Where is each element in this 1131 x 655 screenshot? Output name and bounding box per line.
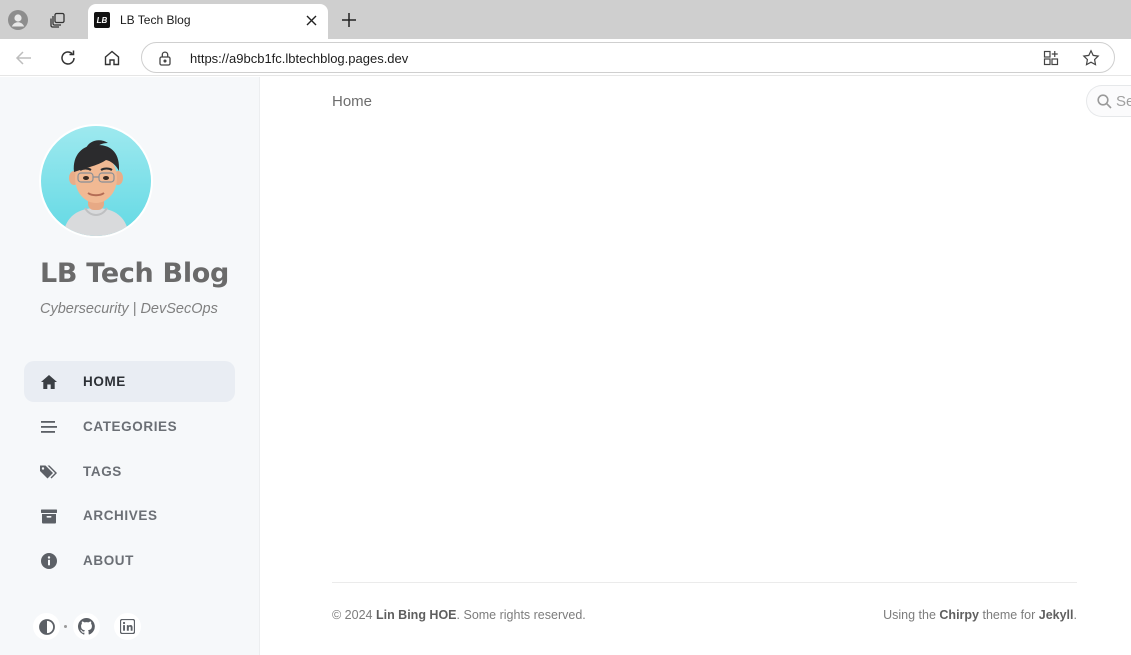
copyright-prefix: © 2024 (332, 608, 376, 622)
site-title[interactable]: LB Tech Blog (40, 258, 229, 289)
sidebar-item-label: HOME (83, 374, 126, 389)
footer-copyright: © 2024 Lin Bing HOE. Some rights reserve… (332, 608, 586, 622)
sidebar-item-archives[interactable]: ARCHIVES (24, 495, 235, 536)
app-available-button[interactable] (1041, 48, 1061, 68)
plus-icon (342, 13, 356, 27)
lock-icon[interactable] (158, 50, 172, 66)
tab-title: LB Tech Blog (120, 13, 191, 27)
avatar[interactable] (39, 124, 153, 238)
refresh-icon (61, 50, 75, 65)
sidebar: LB Tech Blog Cybersecurity | DevSecOps H… (0, 77, 260, 655)
page-viewport: LB Tech Blog Cybersecurity | DevSecOps H… (0, 77, 1131, 655)
browser-toolbar: https://a9bcb1fc.lbtechblog.pages.dev (0, 39, 1131, 76)
tab-close-button[interactable] (302, 11, 320, 29)
search-box[interactable] (1086, 85, 1131, 117)
back-button[interactable] (9, 43, 39, 73)
workspaces-icon (50, 12, 65, 28)
address-bar[interactable]: https://a9bcb1fc.lbtechblog.pages.dev (141, 42, 1115, 73)
footer-theme-credit: Using the Chirpy theme for Jekyll. (883, 608, 1077, 622)
workspaces-button[interactable] (43, 5, 73, 35)
theme-middle: theme for (979, 608, 1039, 622)
sidebar-nav: HOME CATEGORIES TAGS ARCHIVES ABOUT (24, 361, 235, 585)
github-icon (78, 618, 95, 635)
theme-toggle-icon (38, 618, 55, 635)
tags-icon (40, 463, 58, 481)
theme-toggle-button[interactable] (33, 613, 60, 640)
sidebar-item-categories[interactable]: CATEGORIES (24, 406, 235, 447)
favorite-button[interactable] (1081, 48, 1101, 68)
star-icon (1082, 49, 1100, 66)
theme-suffix: . (1073, 608, 1077, 622)
search-input[interactable] (1116, 93, 1131, 110)
sidebar-item-label: TAGS (83, 463, 122, 479)
new-tab-button[interactable] (334, 5, 364, 35)
github-link[interactable] (73, 613, 100, 640)
footer-divider (332, 582, 1077, 583)
home-icon (40, 373, 58, 391)
info-circle-icon (40, 552, 58, 570)
site-subtitle: Cybersecurity | DevSecOps (40, 301, 218, 317)
author-link[interactable]: Lin Bing HOE (376, 608, 457, 622)
stream-icon (40, 418, 58, 436)
avatar-illustration-icon (63, 140, 129, 236)
separator-dot (64, 625, 67, 628)
home-outline-icon (104, 50, 120, 66)
home-button[interactable] (97, 43, 127, 73)
linkedin-link[interactable] (114, 613, 141, 640)
close-icon (306, 15, 316, 25)
browser-tab-bar: LB LB Tech Blog (0, 0, 1131, 39)
profile-icon (8, 10, 28, 30)
browser-tab-active[interactable]: LB LB Tech Blog (88, 4, 328, 39)
theme-prefix: Using the (883, 608, 940, 622)
copyright-suffix: . Some rights reserved. (456, 608, 586, 622)
arrow-left-icon (15, 51, 31, 65)
breadcrumb: Home (332, 93, 373, 110)
sidebar-item-label: CATEGORIES (83, 418, 178, 434)
jekyll-link[interactable]: Jekyll (1039, 608, 1074, 622)
sidebar-item-tags[interactable]: TAGS (24, 451, 235, 492)
archive-icon (40, 507, 58, 525)
refresh-button[interactable] (53, 43, 83, 73)
sidebar-item-label: ABOUT (83, 553, 134, 568)
sidebar-item-home[interactable]: HOME (24, 361, 235, 402)
sidebar-item-label: ARCHIVES (83, 508, 158, 524)
apps-icon (1043, 50, 1059, 66)
linkedin-icon (120, 619, 135, 634)
sidebar-item-about[interactable]: ABOUT (24, 540, 235, 581)
chirpy-link[interactable]: Chirpy (939, 608, 979, 622)
search-icon (1097, 94, 1112, 109)
tab-favicon: LB (94, 12, 110, 28)
sidebar-bottom-links (33, 613, 153, 641)
url-text[interactable]: https://a9bcb1fc.lbtechblog.pages.dev (190, 51, 408, 66)
profile-button[interactable] (3, 5, 33, 35)
